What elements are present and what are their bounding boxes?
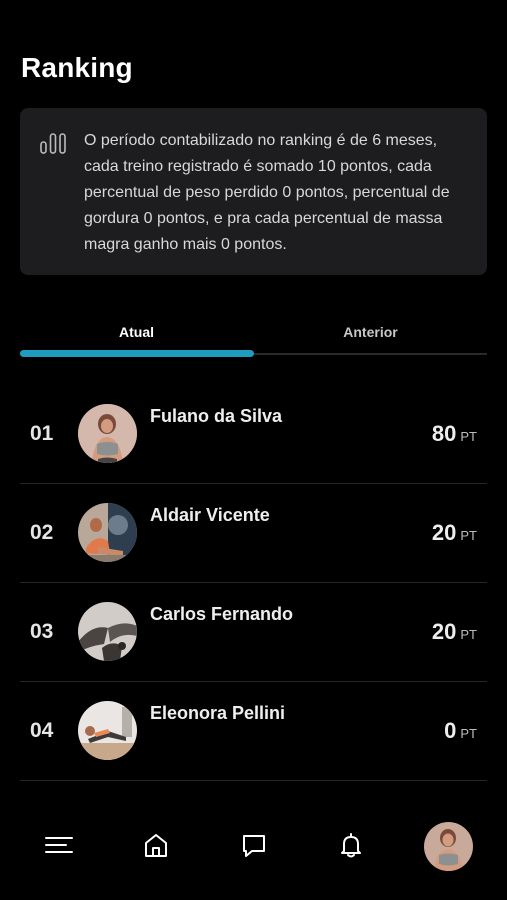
athlete-name: Fulano da Silva [150,406,283,426]
chat-icon[interactable] [239,830,269,860]
avatar [78,701,137,760]
profile-avatar[interactable] [424,822,473,871]
points-unit: PT [460,528,477,543]
points-number: 20 [431,520,457,545]
points-unit: PT [460,627,477,642]
ranking-list: 01 Fulano da Silva 80 PT 02 Aldair Vicen… [20,385,487,781]
bar-chart-icon [40,132,66,154]
avatar [78,503,137,562]
ranking-row[interactable]: 04 Eleonora Pellini 0 PT [20,682,487,781]
page-title: Ranking [21,52,133,83]
rank-position: 04 [30,719,54,742]
ranking-row[interactable]: 03 Carlos Fernando 20 PT [20,583,487,682]
points-number: 20 [431,619,457,644]
avatar [78,404,137,463]
athlete-name: Eleonora Pellini [150,703,286,723]
avatar [78,602,137,661]
ranking-row[interactable]: 02 Aldair Vicente 20 PT [20,484,487,583]
points-value: 20 PT [432,619,477,645]
points-unit: PT [460,429,477,444]
ranking-tabs: Atual Anterior [20,320,487,358]
ranking-row[interactable]: 01 Fulano da Silva 80 PT [20,385,487,484]
tab-atual[interactable]: Atual [20,324,253,340]
points-number: 80 [431,421,457,446]
bottom-navigation [0,818,507,878]
points-value: 0 PT [444,718,477,744]
athlete-name: Aldair Vicente [150,505,270,525]
bell-icon[interactable] [336,830,366,860]
rank-position: 01 [30,422,54,445]
rank-position: 03 [30,620,54,643]
points-number: 0 [444,718,457,743]
points-value: 80 PT [432,421,477,447]
tab-active-indicator [20,350,254,357]
tab-anterior[interactable]: Anterior [254,324,487,340]
athlete-name: Carlos Fernando [150,604,294,624]
points-unit: PT [460,726,477,741]
home-icon[interactable] [141,830,171,860]
points-value: 20 PT [432,520,477,546]
ranking-info-card: O período contabilizado no ranking é de … [20,108,487,275]
ranking-info-text: O período contabilizado no ranking é de … [84,132,450,253]
menu-icon[interactable] [44,830,74,860]
rank-position: 02 [30,521,54,544]
